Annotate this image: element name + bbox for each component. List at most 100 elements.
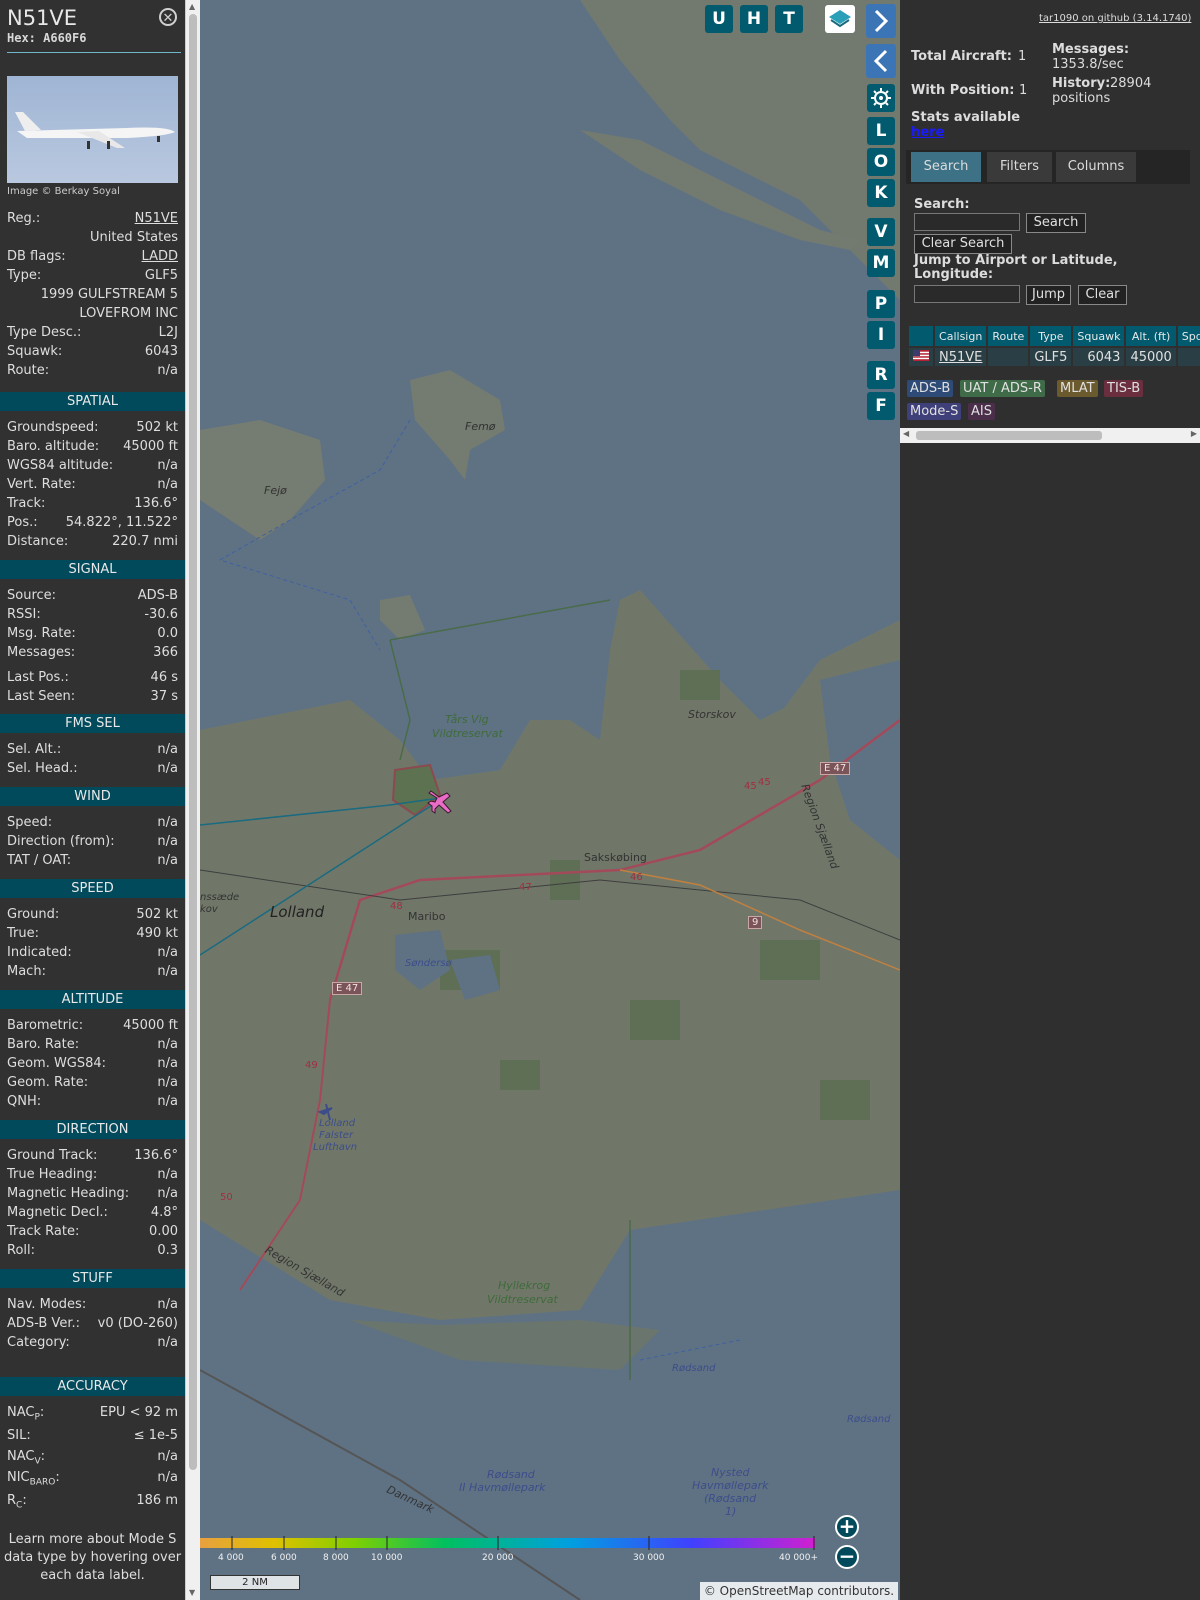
legend-adsb: ADS-B xyxy=(907,380,954,397)
scroll-left-icon[interactable]: ◀ xyxy=(903,429,909,438)
tab-search[interactable]: Search xyxy=(911,152,981,182)
close-icon[interactable]: ✕ xyxy=(159,8,177,26)
map-button-o[interactable]: O xyxy=(867,148,895,176)
reg-link[interactable]: N51VE xyxy=(135,211,178,226)
table-row[interactable]: N51VE GLF5 6043 45000 xyxy=(909,348,1200,366)
baro-alt-row: Baro. altitude: 45000 ft xyxy=(7,439,178,457)
map-button-m[interactable]: M xyxy=(867,249,895,277)
section-wind[interactable]: WIND xyxy=(0,787,185,806)
scroll-up-icon[interactable]: ▲ xyxy=(189,2,195,11)
distance-label: Distance: xyxy=(7,534,69,549)
clear-search-button[interactable]: Clear Search xyxy=(914,234,1012,254)
geom-rate-label: Geom. Rate: xyxy=(7,1075,89,1090)
collapse-left-button[interactable] xyxy=(866,44,896,78)
map-label-havmollepark-2: II Havmøllepark xyxy=(459,1481,546,1494)
map-button-h[interactable]: H xyxy=(740,5,768,33)
source-row: Source: ADS-B xyxy=(7,588,178,606)
typedesc-row: Type Desc.: L2J xyxy=(7,325,178,343)
layers-button[interactable] xyxy=(825,5,855,33)
column-flag[interactable] xyxy=(909,326,933,346)
true-speed-row: True: 490 kt xyxy=(7,926,178,944)
map-button-v[interactable]: V xyxy=(867,218,895,246)
jump-input[interactable] xyxy=(914,285,1020,303)
zoom-in-button[interactable]: + xyxy=(835,1515,859,1539)
expand-right-button[interactable] xyxy=(866,4,896,38)
roll-value: 0.3 xyxy=(157,1243,178,1258)
map-view[interactable]: Femø Fejø Tårs Vig Vildtreservat Storsko… xyxy=(200,0,900,1600)
map-button-r[interactable]: R xyxy=(867,361,895,389)
left-panel-scrollbar[interactable]: ▲ ▼ xyxy=(185,0,200,1600)
section-accuracy[interactable]: ACCURACY xyxy=(0,1377,185,1396)
sel-alt-label: Sel. Alt.: xyxy=(7,742,62,757)
github-link[interactable]: tar1090 on github (3.14.1740) xyxy=(1039,13,1191,24)
road-label-50: 50 xyxy=(220,1192,233,1203)
column-callsign[interactable]: Callsign xyxy=(935,326,987,346)
tat-value: n/a xyxy=(157,853,178,868)
aircraft-photo[interactable] xyxy=(7,76,178,183)
map-button-i[interactable]: I xyxy=(867,321,895,349)
settings-button[interactable] xyxy=(867,84,895,112)
scrollbar-thumb[interactable] xyxy=(189,14,197,1470)
map-button-l[interactable]: L xyxy=(867,117,895,145)
section-signal[interactable]: SIGNAL xyxy=(0,560,185,579)
clear-button[interactable]: Clear xyxy=(1078,285,1127,305)
indicated-label: Indicated: xyxy=(7,945,72,960)
true-heading-label: True Heading: xyxy=(7,1167,98,1182)
road-label-48: 48 xyxy=(390,901,403,912)
map-button-t[interactable]: T xyxy=(775,5,803,33)
section-fms[interactable]: FMS SEL xyxy=(0,714,185,733)
sel-head-label: Sel. Head.: xyxy=(7,761,78,776)
section-stuff[interactable]: STUFF xyxy=(0,1269,185,1288)
hscroll-thumb[interactable] xyxy=(916,431,1102,440)
map-button-u[interactable]: U xyxy=(705,5,733,33)
right-panel: tar1090 on github (3.14.1740) Total Airc… xyxy=(900,0,1200,1600)
squawk-value: 6043 xyxy=(144,344,178,359)
search-button[interactable]: Search xyxy=(1026,213,1086,233)
gear-icon xyxy=(871,88,891,108)
reg-row: Reg.: N51VE xyxy=(7,211,178,229)
with-position-value: 1 xyxy=(1019,83,1028,98)
alt-tick-8000: 8 000 xyxy=(323,1553,349,1563)
tab-filters[interactable]: Filters xyxy=(987,152,1052,182)
msg-rate-value: 0.0 xyxy=(157,626,178,641)
column-route[interactable]: Route xyxy=(988,326,1029,346)
map-button-f[interactable]: F xyxy=(867,392,895,420)
jump-button[interactable]: Jump xyxy=(1026,285,1071,305)
section-speed[interactable]: SPEED xyxy=(0,879,185,898)
barometric-value: 45000 ft xyxy=(123,1018,178,1033)
nacv-value: n/a xyxy=(157,1449,178,1464)
wind-speed-label: Speed: xyxy=(7,815,53,830)
tab-columns[interactable]: Columns xyxy=(1056,152,1136,182)
qnh-label: QNH: xyxy=(7,1094,42,1109)
vert-rate-value: n/a xyxy=(157,477,178,492)
type-value: GLF5 xyxy=(144,268,178,283)
alt-tick-30000: 30 000 xyxy=(633,1553,665,1563)
cell-callsign[interactable]: N51VE xyxy=(935,348,987,366)
track-rate-value: 0.00 xyxy=(149,1224,178,1239)
dbflags-link[interactable]: LADD xyxy=(142,249,178,264)
stats-link[interactable]: here xyxy=(911,125,944,140)
column-altitude[interactable]: Alt. (ft) xyxy=(1126,326,1176,346)
alt-tick-6000: 6 000 xyxy=(271,1553,297,1563)
qnh-row: QNH: n/a xyxy=(7,1094,178,1112)
ground-track-value: 136.6° xyxy=(134,1148,178,1163)
section-spatial[interactable]: SPATIAL xyxy=(0,392,185,411)
map-button-p[interactable]: P xyxy=(867,290,895,318)
column-squawk[interactable]: Squawk xyxy=(1073,326,1125,346)
section-altitude[interactable]: ALTITUDE xyxy=(0,990,185,1009)
zoom-out-button[interactable]: − xyxy=(835,1545,859,1569)
map-button-k[interactable]: K xyxy=(867,179,895,207)
table-horizontal-scrollbar[interactable]: ◀ ▶ xyxy=(900,428,1200,443)
scroll-right-icon[interactable]: ▶ xyxy=(1191,429,1197,438)
cell-altitude: 45000 xyxy=(1126,348,1176,366)
aircraft-plane-icon[interactable] xyxy=(425,785,457,817)
scroll-down-icon[interactable]: ▼ xyxy=(189,1588,195,1597)
dbflags-row: DB flags: LADD xyxy=(7,249,178,267)
search-input[interactable] xyxy=(914,213,1020,231)
messages-value: 1353.8/sec xyxy=(1052,57,1124,72)
column-speed[interactable]: Spd. xyxy=(1177,326,1200,346)
section-direction[interactable]: DIRECTION xyxy=(0,1120,185,1139)
map-attribution[interactable]: © OpenStreetMap contributors. xyxy=(700,1582,898,1600)
stats-label: Stats available xyxy=(911,110,1021,125)
column-type[interactable]: Type xyxy=(1030,326,1072,346)
